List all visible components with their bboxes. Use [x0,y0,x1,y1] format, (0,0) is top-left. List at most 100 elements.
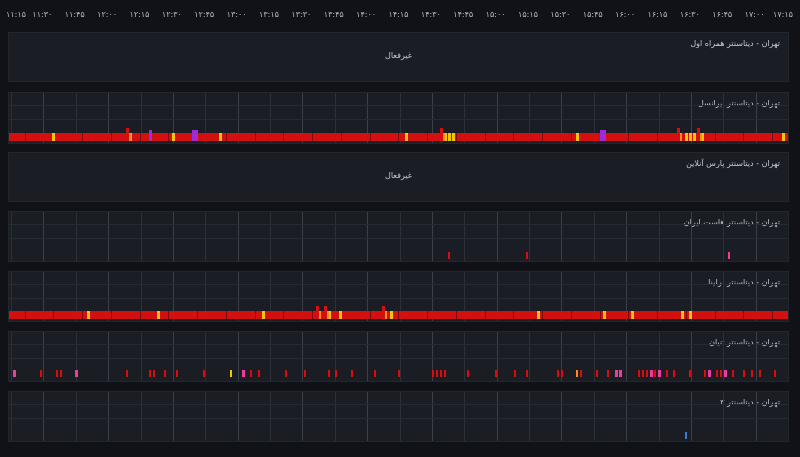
grid-line [399,212,401,261]
strip-gap [485,311,486,319]
strip-gap [111,311,112,319]
status-mark [467,370,469,377]
grid-line [755,332,757,381]
status-mark [374,370,376,377]
status-mark [732,370,734,377]
grid-line [690,392,692,441]
grid-line-horizontal [9,418,788,419]
grid-line [367,332,369,381]
time-tick-label: ۱۷:۰۰ [744,10,765,19]
panel-host-iran: تهران - دیتاسنتر هاست ایران [8,211,789,262]
strip-gap [513,311,514,319]
grid-line [270,332,271,381]
grid-line [593,332,595,381]
grid-line [788,392,789,441]
time-tick-label: ۱۵:۴۵ [582,10,603,19]
time-tick-label: ۱۱:۱۵ [6,10,26,19]
grid-line [205,392,207,441]
status-mark [774,370,776,377]
status-mark [561,370,563,377]
status-mark [452,133,455,141]
strip-gap [571,311,572,319]
grid-line [172,332,174,381]
grid-line [626,332,628,381]
grid-line [755,392,757,441]
status-mark [580,370,582,377]
grid-line [529,212,530,261]
time-tick-label: ۱۲:۱۵ [129,10,150,19]
grid-line [367,212,369,261]
status-mark [689,311,692,319]
status-mark [398,370,400,377]
inactive-status: غیرفعال [385,171,412,180]
status-mark [230,370,232,377]
status-mark [157,311,160,319]
status-mark [242,370,245,377]
strip-gap [283,311,284,319]
status-mark [440,370,442,377]
grid-line [464,332,466,381]
time-tick-label: ۱۲:۴۵ [194,10,215,19]
strip-gap [456,133,457,141]
time-tick-label: ۱۳:۳۰ [291,10,312,19]
strip-gap [226,311,227,319]
status-mark [704,370,706,377]
status-mark [514,370,516,377]
status-mark [390,311,393,319]
time-tick-label: ۱۷:۱۵ [773,10,793,19]
status-mark [607,370,609,377]
strip-gap [255,311,256,319]
status-mark [631,311,634,319]
strip-gap [398,311,399,319]
grid-line [367,392,369,441]
grid-line [108,392,110,441]
status-mark [751,370,753,377]
grid-line [237,212,239,261]
status-mark [304,370,306,377]
strip-gap [542,311,543,319]
grid-line [431,392,433,441]
status-mark [689,370,691,377]
strip-gap [398,133,399,141]
status-mark [75,370,78,377]
status-mark [700,133,702,141]
status-mark [557,370,559,377]
status-mark [149,130,152,141]
status-mark [596,370,598,377]
grid-line [723,392,725,441]
status-mark [129,133,131,141]
status-mark [436,370,438,377]
time-tick-label: ۱۶:۳۰ [679,10,700,19]
strip-gap [140,133,141,141]
strip-gap [600,311,601,319]
strip-gap [140,311,141,319]
strip-gap [571,133,572,141]
strip-gap [427,133,428,141]
grid-line [237,392,239,441]
strip-gap [628,311,629,319]
strip-gap [427,311,428,319]
strip-gap [715,311,716,319]
time-tick-label: ۱۳:۱۵ [259,10,279,19]
strip-gap [628,133,629,141]
grid-line [43,332,45,381]
grid-line-horizontal [9,224,788,225]
status-mark [258,370,260,377]
time-tick-label: ۱۳:۴۵ [323,10,344,19]
grid-line [205,332,207,381]
grid-line [690,332,692,381]
grid-line [690,212,692,261]
panel-title: تهران - دیتاسنتر هاست ایران [683,218,780,227]
strip-gap [513,133,514,141]
grid-line [11,392,12,441]
status-mark [60,370,62,377]
status-mark [327,311,329,319]
status-mark [448,252,450,259]
time-tick-label: ۱۵:۰۰ [485,10,506,19]
strip-gap [168,133,169,141]
grid-line [43,392,45,441]
panel-title: تهران - دیتاسنتر پارس آنلاین [686,159,780,168]
grid-line-horizontal [9,284,788,285]
grid-line [593,392,595,441]
grid-line [626,212,628,261]
